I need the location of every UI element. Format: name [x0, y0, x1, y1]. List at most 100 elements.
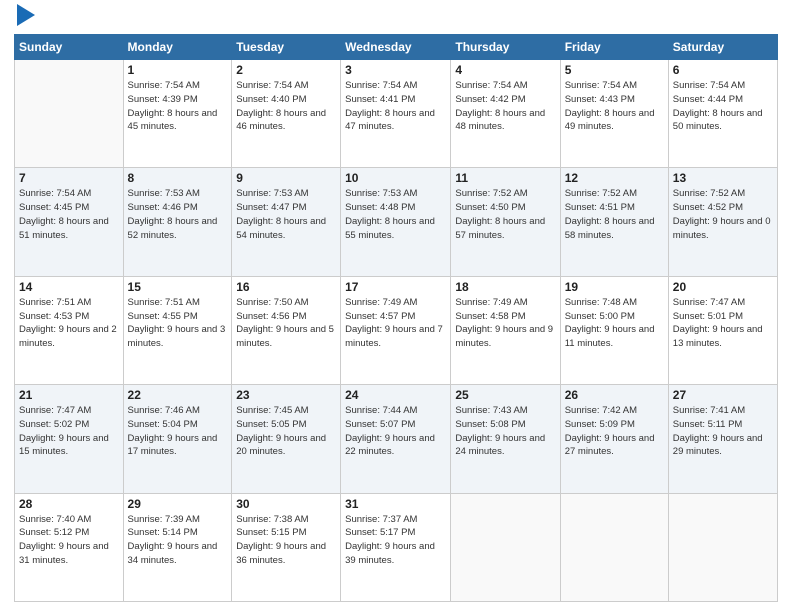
table-row: 12 Sunrise: 7:52 AMSunset: 4:51 PMDayligh…: [560, 168, 668, 276]
day-number: 1: [128, 63, 228, 77]
day-info: Sunrise: 7:52 AMSunset: 4:52 PMDaylight:…: [673, 187, 773, 242]
table-row: [15, 60, 124, 168]
day-number: 23: [236, 388, 336, 402]
table-row: 18Sunrise: 7:49 AMSunset: 4:58 PMDayligh…: [451, 276, 560, 384]
day-info: Sunrise: 7:53 AMSunset: 4:48 PMDaylight:…: [345, 187, 446, 242]
day-info: Sunrise: 7:54 AMSunset: 4:40 PMDaylight:…: [236, 79, 336, 134]
day-info: Sunrise: 7:54 AMSunset: 4:43 PMDaylight:…: [565, 79, 664, 134]
table-row: 20Sunrise: 7:47 AMSunset: 5:01 PMDayligh…: [668, 276, 777, 384]
day-info: Sunrise: 7:52 AMSunset: 4:51 PMDaylight:…: [565, 187, 664, 242]
col-sunday: Sunday: [15, 35, 124, 60]
table-row: 3Sunrise: 7:54 AMSunset: 4:41 PMDaylight…: [341, 60, 451, 168]
col-monday: Monday: [123, 35, 232, 60]
logo: [14, 14, 35, 26]
day-number: 10: [345, 171, 446, 185]
table-row: 21 Sunrise: 7:47 AMSunset: 5:02 PMDayligh…: [15, 385, 124, 493]
day-number: 29: [128, 497, 228, 511]
table-row: 27 Sunrise: 7:41 AMSunset: 5:11 PMDayligh…: [668, 385, 777, 493]
day-info: Sunrise: 7:40 AMSunset: 5:12 PMDaylight:…: [19, 513, 119, 568]
day-number: 31: [345, 497, 446, 511]
day-number: 24: [345, 388, 446, 402]
day-number: 13: [673, 171, 773, 185]
day-info: Sunrise: 7:50 AMSunset: 4:56 PMDaylight:…: [236, 296, 336, 351]
table-row: 22 Sunrise: 7:46 AMSunset: 5:04 PMDayligh…: [123, 385, 232, 493]
table-row: 7 Sunrise: 7:54 AMSunset: 4:45 PMDaylight…: [15, 168, 124, 276]
day-info: Sunrise: 7:52 AMSunset: 4:50 PMDaylight:…: [455, 187, 555, 242]
day-info: Sunrise: 7:47 AMSunset: 5:02 PMDaylight:…: [19, 404, 119, 459]
day-number: 4: [455, 63, 555, 77]
calendar-week-row: 28 Sunrise: 7:40 AMSunset: 5:12 PMDayligh…: [15, 493, 778, 601]
day-number: 25: [455, 388, 555, 402]
day-number: 27: [673, 388, 773, 402]
table-row: 31 Sunrise: 7:37 AMSunset: 5:17 PMDayligh…: [341, 493, 451, 601]
table-row: [451, 493, 560, 601]
col-tuesday: Tuesday: [232, 35, 341, 60]
table-row: 9Sunrise: 7:53 AMSunset: 4:47 PMDaylight…: [232, 168, 341, 276]
day-number: 6: [673, 63, 773, 77]
day-info: Sunrise: 7:47 AMSunset: 5:01 PMDaylight:…: [673, 296, 773, 351]
table-row: [668, 493, 777, 601]
table-row: 17Sunrise: 7:49 AMSunset: 4:57 PMDayligh…: [341, 276, 451, 384]
day-info: Sunrise: 7:39 AMSunset: 5:14 PMDaylight:…: [128, 513, 228, 568]
day-number: 12: [565, 171, 664, 185]
col-thursday: Thursday: [451, 35, 560, 60]
day-number: 9: [236, 171, 336, 185]
table-row: 2Sunrise: 7:54 AMSunset: 4:40 PMDaylight…: [232, 60, 341, 168]
table-row: 6 Sunrise: 7:54 AMSunset: 4:44 PMDaylight…: [668, 60, 777, 168]
col-saturday: Saturday: [668, 35, 777, 60]
calendar-week-row: 21 Sunrise: 7:47 AMSunset: 5:02 PMDayligh…: [15, 385, 778, 493]
table-row: 25 Sunrise: 7:43 AMSunset: 5:08 PMDayligh…: [451, 385, 560, 493]
col-friday: Friday: [560, 35, 668, 60]
day-info: Sunrise: 7:54 AMSunset: 4:42 PMDaylight:…: [455, 79, 555, 134]
table-row: 1 Sunrise: 7:54 AMSunset: 4:39 PMDaylight…: [123, 60, 232, 168]
table-row: 8Sunrise: 7:53 AMSunset: 4:46 PMDaylight…: [123, 168, 232, 276]
day-number: 21: [19, 388, 119, 402]
table-row: 13 Sunrise: 7:52 AMSunset: 4:52 PMDayligh…: [668, 168, 777, 276]
table-row: 14 Sunrise: 7:51 AMSunset: 4:53 PMDayligh…: [15, 276, 124, 384]
day-number: 28: [19, 497, 119, 511]
day-info: Sunrise: 7:44 AMSunset: 5:07 PMDaylight:…: [345, 404, 446, 459]
calendar-week-row: 14 Sunrise: 7:51 AMSunset: 4:53 PMDayligh…: [15, 276, 778, 384]
table-row: [560, 493, 668, 601]
day-info: Sunrise: 7:54 AMSunset: 4:41 PMDaylight:…: [345, 79, 446, 134]
day-number: 5: [565, 63, 664, 77]
day-info: Sunrise: 7:49 AMSunset: 4:58 PMDaylight:…: [455, 296, 555, 351]
day-number: 11: [455, 171, 555, 185]
table-row: 28 Sunrise: 7:40 AMSunset: 5:12 PMDayligh…: [15, 493, 124, 601]
day-info: Sunrise: 7:46 AMSunset: 5:04 PMDaylight:…: [128, 404, 228, 459]
day-number: 14: [19, 280, 119, 294]
day-number: 22: [128, 388, 228, 402]
table-row: 16 Sunrise: 7:50 AMSunset: 4:56 PMDayligh…: [232, 276, 341, 384]
table-row: 26 Sunrise: 7:42 AMSunset: 5:09 PMDayligh…: [560, 385, 668, 493]
logo-arrow-icon: [17, 4, 35, 26]
day-number: 7: [19, 171, 119, 185]
day-info: Sunrise: 7:54 AMSunset: 4:44 PMDaylight:…: [673, 79, 773, 134]
day-info: Sunrise: 7:53 AMSunset: 4:46 PMDaylight:…: [128, 187, 228, 242]
table-row: 23 Sunrise: 7:45 AMSunset: 5:05 PMDayligh…: [232, 385, 341, 493]
day-info: Sunrise: 7:38 AMSunset: 5:15 PMDaylight:…: [236, 513, 336, 568]
day-info: Sunrise: 7:51 AMSunset: 4:53 PMDaylight:…: [19, 296, 119, 351]
day-number: 15: [128, 280, 228, 294]
table-row: 24 Sunrise: 7:44 AMSunset: 5:07 PMDayligh…: [341, 385, 451, 493]
day-info: Sunrise: 7:45 AMSunset: 5:05 PMDaylight:…: [236, 404, 336, 459]
day-info: Sunrise: 7:41 AMSunset: 5:11 PMDaylight:…: [673, 404, 773, 459]
calendar-table: Sunday Monday Tuesday Wednesday Thursday…: [14, 34, 778, 602]
calendar-header-row: Sunday Monday Tuesday Wednesday Thursday…: [15, 35, 778, 60]
day-info: Sunrise: 7:54 AMSunset: 4:45 PMDaylight:…: [19, 187, 119, 242]
day-number: 26: [565, 388, 664, 402]
day-info: Sunrise: 7:49 AMSunset: 4:57 PMDaylight:…: [345, 296, 446, 351]
day-info: Sunrise: 7:48 AMSunset: 5:00 PMDaylight:…: [565, 296, 664, 351]
day-number: 16: [236, 280, 336, 294]
day-info: Sunrise: 7:42 AMSunset: 5:09 PMDaylight:…: [565, 404, 664, 459]
calendar-page: Sunday Monday Tuesday Wednesday Thursday…: [0, 0, 792, 612]
day-info: Sunrise: 7:43 AMSunset: 5:08 PMDaylight:…: [455, 404, 555, 459]
table-row: 4 Sunrise: 7:54 AMSunset: 4:42 PMDaylight…: [451, 60, 560, 168]
header: [14, 10, 778, 26]
day-info: Sunrise: 7:54 AMSunset: 4:39 PMDaylight:…: [128, 79, 228, 134]
col-wednesday: Wednesday: [341, 35, 451, 60]
table-row: 11 Sunrise: 7:52 AMSunset: 4:50 PMDayligh…: [451, 168, 560, 276]
day-info: Sunrise: 7:37 AMSunset: 5:17 PMDaylight:…: [345, 513, 446, 568]
day-number: 19: [565, 280, 664, 294]
table-row: 19 Sunrise: 7:48 AMSunset: 5:00 PMDayligh…: [560, 276, 668, 384]
calendar-week-row: 7 Sunrise: 7:54 AMSunset: 4:45 PMDaylight…: [15, 168, 778, 276]
